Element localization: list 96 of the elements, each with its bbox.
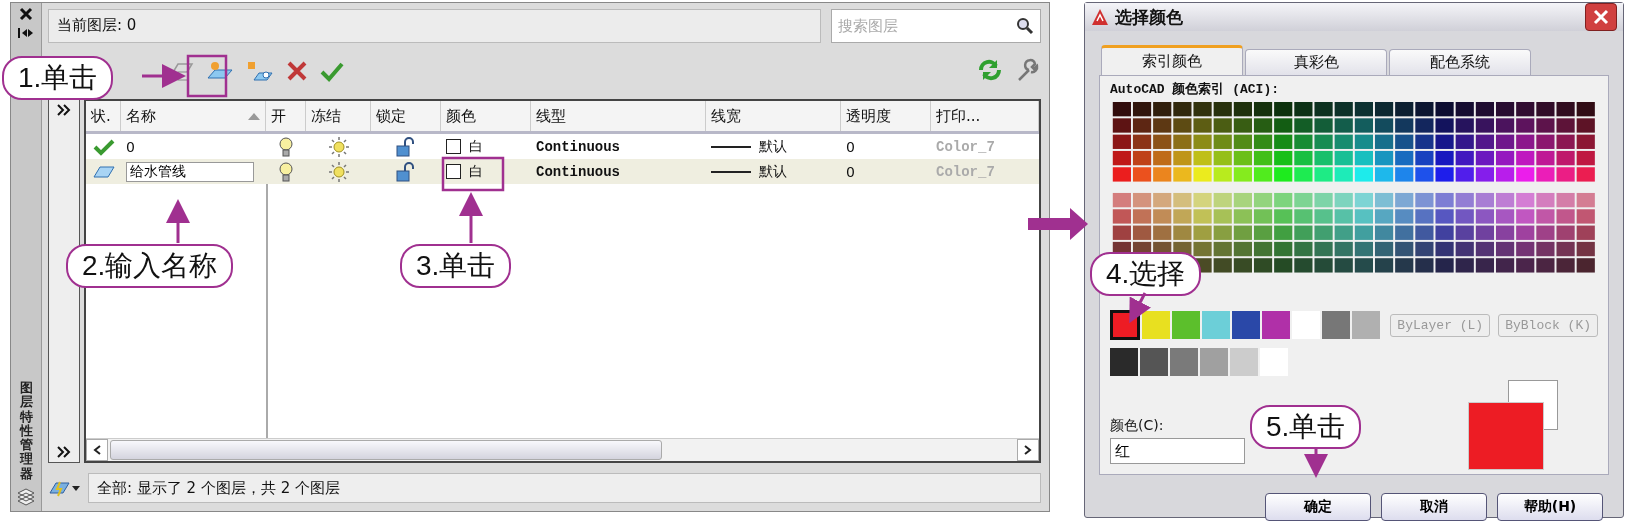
- plot-style-cell-text: Color_7: [935, 162, 996, 182]
- layers-icon: [16, 487, 36, 507]
- callout-label: 3.单击: [400, 244, 512, 288]
- color-swatch[interactable]: [1110, 348, 1138, 376]
- arrow-drawing: [1028, 208, 1088, 240]
- filter-button[interactable]: [48, 479, 80, 497]
- close-button[interactable]: [1585, 3, 1617, 31]
- sun-icon[interactable]: [328, 136, 349, 157]
- tab[interactable]: 配色系统: [1389, 49, 1531, 75]
- highlight-frame: [186, 54, 228, 98]
- lightbulb-icon[interactable]: [279, 136, 293, 157]
- callout-label: 2.输入名称: [66, 244, 234, 288]
- color-swatch[interactable]: [1352, 311, 1380, 339]
- unlocked-icon[interactable]: [395, 161, 417, 182]
- close-icon: [1593, 9, 1609, 25]
- window-title: 选择颜色: [1115, 5, 1184, 29]
- callout-label: 4.选择: [1090, 252, 1202, 296]
- column-header[interactable]: 开: [266, 101, 306, 131]
- status-text: 全部: 显示了 2 个图层，共 2 个图层: [88, 473, 1041, 503]
- color-swatch[interactable]: [1230, 348, 1258, 376]
- leader-arrow: [142, 64, 186, 88]
- color-swatch[interactable]: [446, 139, 461, 154]
- lineweight-line: [711, 170, 751, 173]
- scrollbar-thumb[interactable]: [110, 440, 662, 460]
- sort-icon[interactable]: [248, 112, 260, 120]
- sun-icon[interactable]: [328, 161, 349, 182]
- column-header[interactable]: 锁定: [371, 101, 441, 131]
- color-swatch[interactable]: [1170, 348, 1198, 376]
- filter-icon: [48, 479, 70, 497]
- color-swatch[interactable]: [1142, 311, 1170, 339]
- search-field[interactable]: 搜索图层: [831, 9, 1041, 43]
- lightbulb-icon[interactable]: [279, 161, 293, 182]
- color-swatch[interactable]: [1200, 348, 1228, 376]
- dialog-button[interactable]: 取消: [1381, 493, 1487, 521]
- plot-style-cell-text: Color_7: [935, 137, 996, 157]
- column-header[interactable]: 线宽: [706, 101, 841, 131]
- transparency-cell-text: 0: [845, 162, 856, 182]
- color-swatch[interactable]: [446, 164, 461, 179]
- tab[interactable]: 真彩色: [1245, 49, 1387, 75]
- check-icon[interactable]: [320, 60, 344, 82]
- layer-name: 0: [126, 138, 135, 155]
- linetype-cell-text: Continuous: [535, 137, 621, 157]
- highlight-frame: [441, 156, 505, 192]
- column-header[interactable]: 冻结: [306, 101, 371, 131]
- callout-label: 5.单击: [1250, 405, 1362, 449]
- color-swatch[interactable]: [1262, 311, 1290, 339]
- lineweight-text: 默认: [759, 162, 787, 181]
- column-header[interactable]: 线型: [531, 101, 706, 131]
- dialog-button[interactable]: 帮助(H): [1497, 493, 1603, 521]
- aci-label: AutoCAD 颜色索引 (ACI):: [1110, 81, 1281, 98]
- panel-title: 图层特性管理器: [19, 380, 33, 481]
- column-header[interactable]: 颜色: [441, 101, 531, 131]
- layer-icon: [92, 164, 115, 179]
- leader-arrow: [1129, 292, 1151, 324]
- caret-icon: [72, 485, 80, 491]
- expand-icon[interactable]: [57, 446, 71, 458]
- color-swatch[interactable]: [1232, 311, 1260, 339]
- close-icon[interactable]: [19, 7, 33, 21]
- lineweight-text: 默认: [759, 137, 787, 156]
- app-icon: [1091, 8, 1109, 26]
- freeze-layer-icon[interactable]: [246, 60, 274, 82]
- color-swatch[interactable]: [1202, 311, 1230, 339]
- leader-arrow: [1304, 449, 1328, 478]
- scroll-left-button[interactable]: [86, 439, 108, 461]
- callout-label: 1.单击: [2, 56, 114, 100]
- color-swatch[interactable]: [1140, 348, 1168, 376]
- lineweight-line: [711, 145, 751, 148]
- color-swatch[interactable]: [1172, 311, 1200, 339]
- current-layer-field: 当前图层: 0: [48, 9, 821, 43]
- dialog-button[interactable]: 确定: [1265, 493, 1371, 521]
- scroll-right-button[interactable]: [1017, 439, 1039, 461]
- search-icon[interactable]: [1016, 17, 1034, 35]
- column-header[interactable]: 打印...: [931, 101, 1039, 131]
- refresh-icon[interactable]: [977, 58, 1003, 82]
- table-row[interactable]: 给水管线 白 Continuous 默认 0 Color_7: [86, 159, 1039, 184]
- table-row[interactable]: 0 白 Continuous 默认 0 Color_7: [86, 134, 1039, 159]
- color-swatch[interactable]: [1322, 311, 1350, 339]
- pin-icon[interactable]: [18, 27, 34, 39]
- transparency-cell-text: 0: [845, 137, 856, 157]
- new-layer-icon[interactable]: [206, 60, 234, 82]
- linetype-cell-text: Continuous: [535, 162, 621, 182]
- color-label: 颜色(C):: [1110, 417, 1164, 435]
- unlocked-icon[interactable]: [395, 136, 417, 157]
- column-header[interactable]: 名称: [121, 101, 266, 131]
- column-header[interactable]: 状.: [86, 101, 121, 131]
- leader-arrow: [166, 199, 190, 243]
- delete-icon[interactable]: [286, 60, 308, 82]
- color-input-field[interactable]: 红: [1110, 438, 1245, 464]
- color-name: 白: [469, 137, 483, 156]
- tab[interactable]: 索引颜色: [1101, 45, 1243, 75]
- leader-arrow: [459, 192, 483, 243]
- current-check-icon: [92, 137, 115, 156]
- color-name: 白: [469, 162, 483, 181]
- expand-icon[interactable]: [57, 104, 71, 116]
- column-header[interactable]: 透明度: [841, 101, 931, 131]
- name-input-field[interactable]: 给水管线: [126, 161, 254, 182]
